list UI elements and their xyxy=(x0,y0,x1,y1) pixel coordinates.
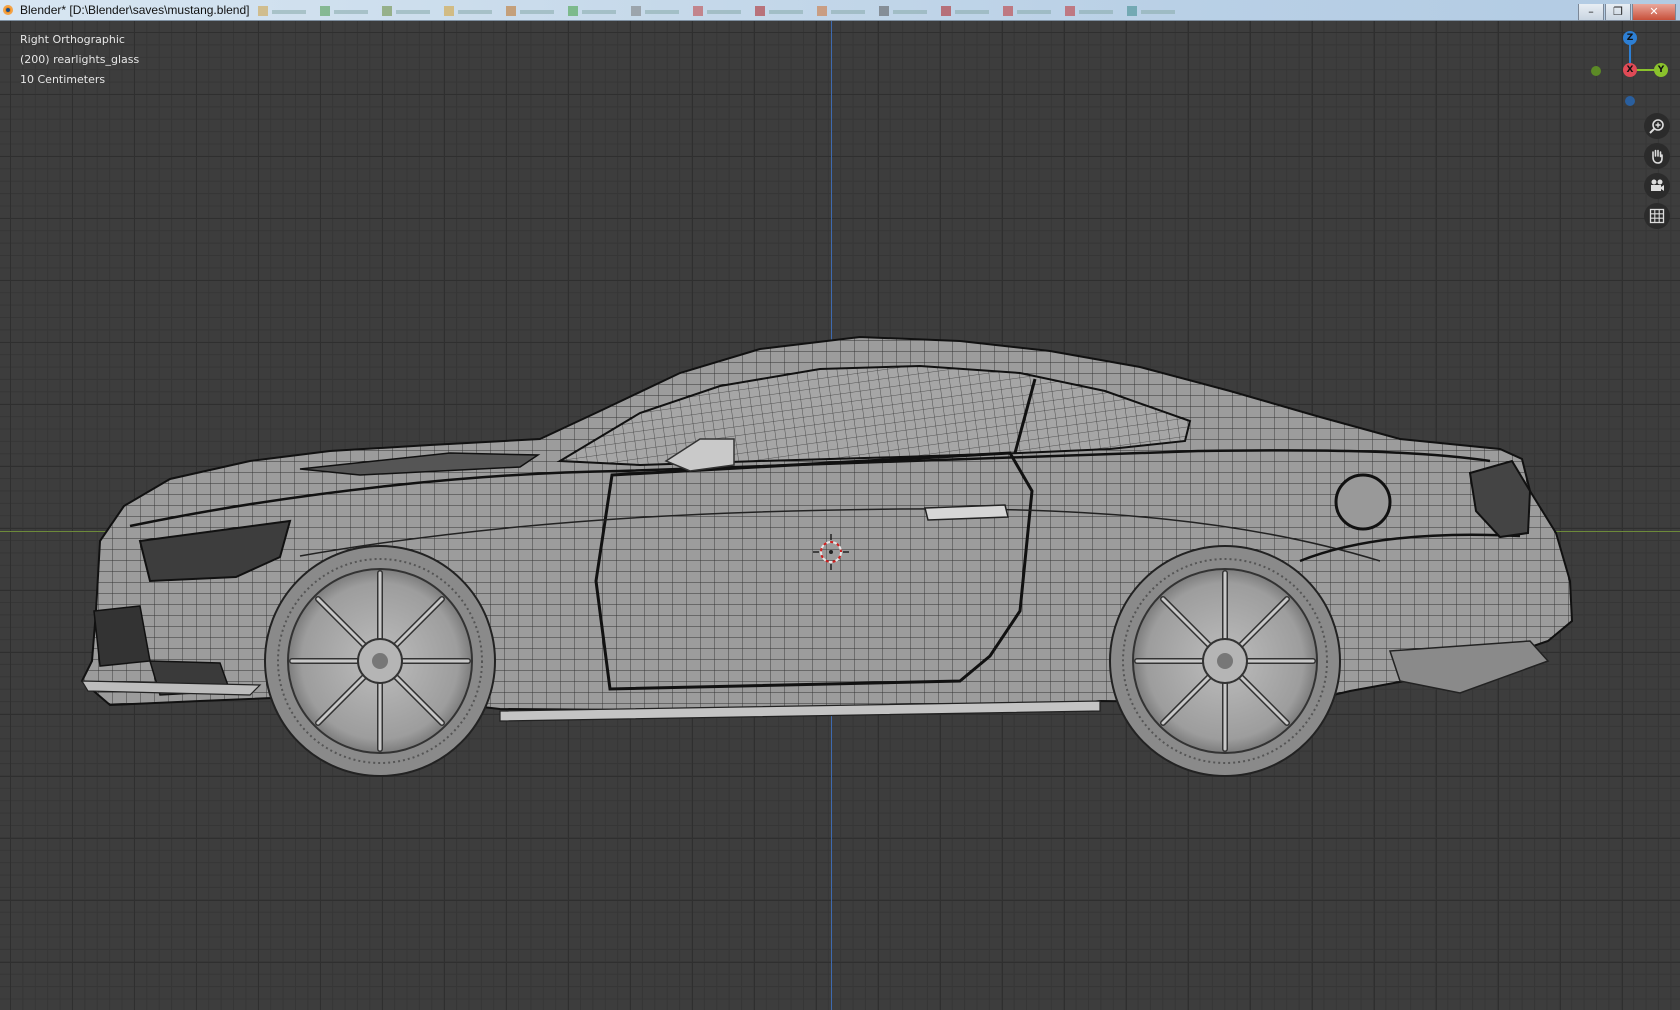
rear-wheel xyxy=(1109,545,1341,777)
window-titlebar: Blender* [D:\Blender\saves\mustang.blend… xyxy=(0,0,1680,21)
close-button[interactable]: ✕ xyxy=(1632,4,1676,21)
blender-icon xyxy=(3,5,13,15)
3d-viewport[interactable]: Right Orthographic (200) rearlights_glas… xyxy=(0,21,1680,1010)
front-wheel xyxy=(264,545,496,777)
zoom-icon[interactable] xyxy=(1644,113,1670,139)
window-controls: – ❐ ✕ xyxy=(1577,0,1676,21)
gizmo-z-axis[interactable]: Z xyxy=(1623,31,1637,45)
taskbar-ghost-tabs xyxy=(258,6,1478,20)
restore-button[interactable]: ❐ xyxy=(1605,4,1631,21)
gizmo-x-axis[interactable]: X xyxy=(1623,63,1637,77)
navigation-gizmo[interactable]: Z X Y xyxy=(1583,29,1673,109)
grid-ortho-icon[interactable] xyxy=(1644,203,1670,229)
camera-icon[interactable] xyxy=(1644,173,1670,199)
fuel-cap xyxy=(1334,473,1392,531)
car-model-wireframe[interactable] xyxy=(0,21,1680,1010)
gizmo-neg-y-axis[interactable] xyxy=(1591,66,1601,76)
minimize-button[interactable]: – xyxy=(1578,4,1604,21)
gizmo-neg-z-axis[interactable] xyxy=(1625,96,1635,106)
window-title: Blender* [D:\Blender\saves\mustang.blend… xyxy=(20,3,250,17)
door-handle xyxy=(924,504,1009,521)
hand-pan-icon[interactable] xyxy=(1644,143,1670,169)
viewport-nav-tools xyxy=(1644,113,1670,233)
gizmo-y-axis[interactable]: Y xyxy=(1654,63,1668,77)
